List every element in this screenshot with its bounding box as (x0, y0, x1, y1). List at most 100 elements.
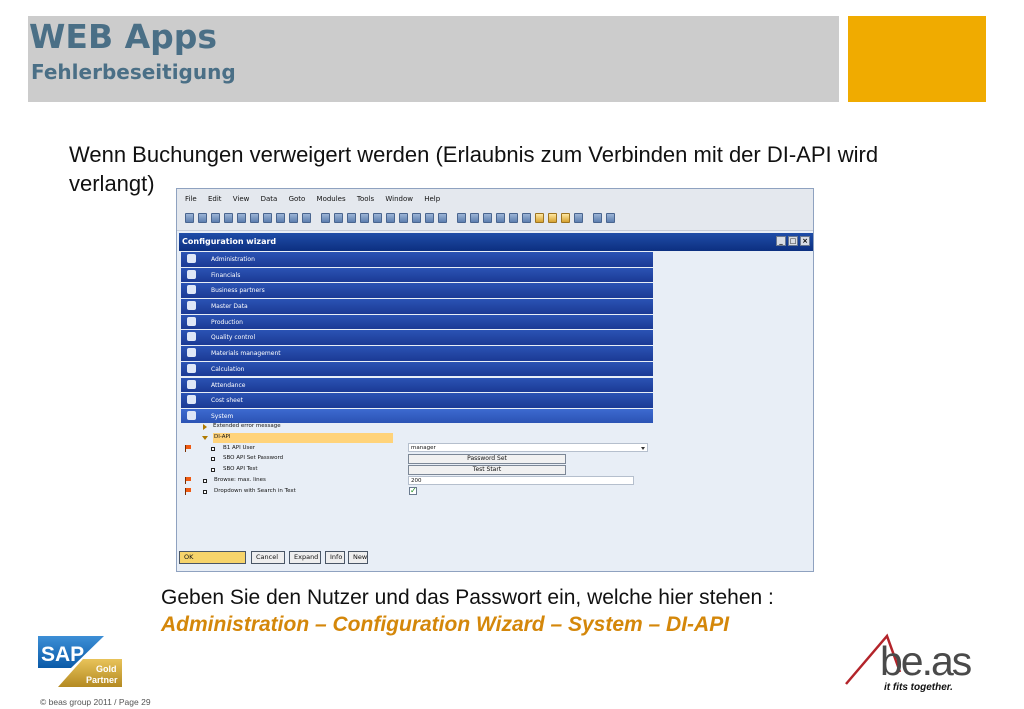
toolbar-icon[interactable] (535, 213, 544, 223)
toolbar-icon[interactable] (276, 213, 285, 223)
menu-view[interactable]: View (233, 195, 250, 203)
close-button[interactable]: × (800, 236, 810, 246)
module-financials[interactable]: Financials (181, 267, 653, 283)
gold-text: Gold (96, 664, 117, 674)
sap-gold-partner-logo: SAP Gold Partner (38, 636, 122, 687)
module-attendance[interactable]: Attendance (181, 377, 653, 392)
toolbar-icon[interactable] (561, 213, 570, 223)
module-cost-sheet[interactable]: Cost sheet (181, 393, 653, 408)
menu-file[interactable]: File (185, 195, 197, 203)
dropdown-value: manager (411, 445, 436, 451)
toolbar-icon[interactable] (373, 213, 382, 223)
cost-sheet-icon (187, 395, 196, 405)
tree-label: Browse: max. lines (214, 477, 266, 483)
toolbar-icon[interactable] (399, 213, 408, 223)
toolbar-icon[interactable] (496, 213, 505, 223)
menu-modules[interactable]: Modules (317, 195, 346, 203)
toolbar-icon[interactable] (321, 213, 330, 223)
sap-text: SAP (41, 643, 84, 666)
collapse-arrow-icon[interactable] (202, 436, 208, 440)
beas-slogan: it fits together. (884, 682, 953, 693)
production-icon (187, 316, 196, 326)
toolbar-icon[interactable] (211, 213, 220, 223)
toolbar-icon[interactable] (412, 213, 421, 223)
module-master-data[interactable]: Master Data (181, 299, 653, 314)
menu-help[interactable]: Help (424, 195, 440, 203)
info-button[interactable]: Info (325, 551, 345, 564)
node-icon (211, 468, 215, 472)
menu-bar: File Edit View Data Goto Modules Tools W… (177, 189, 813, 209)
toolbar-icon[interactable] (438, 213, 447, 223)
toolbar-icon[interactable] (606, 213, 615, 223)
toolbar-icon[interactable] (360, 213, 369, 223)
max-lines-input[interactable]: 200 (408, 476, 634, 485)
new-button[interactable]: New (348, 551, 368, 564)
master-data-icon (187, 301, 196, 311)
toolbar-icon[interactable] (185, 213, 194, 223)
module-label: Administration (211, 256, 255, 263)
menu-data[interactable]: Data (261, 195, 278, 203)
toolbar-icon[interactable] (250, 213, 259, 223)
module-calculation[interactable]: Calculation (181, 361, 653, 377)
tree-row-extended-error[interactable]: Extended error message (181, 422, 801, 432)
copyright: © beas group 2011 / Page 29 (40, 697, 151, 707)
expand-arrow-icon[interactable] (203, 424, 207, 430)
toolbar-icon[interactable] (347, 213, 356, 223)
toolbar-icon[interactable] (457, 213, 466, 223)
password-set-button[interactable]: Password Set (408, 454, 566, 464)
flag-icon (185, 477, 191, 484)
toolbar-icon[interactable] (237, 213, 246, 223)
toolbar-icon[interactable] (522, 213, 531, 223)
b1-api-user-dropdown[interactable]: manager (408, 443, 648, 452)
toolbar-icon[interactable] (334, 213, 343, 223)
maximize-button[interactable]: □ (788, 236, 798, 246)
tree-row-dropdown-search[interactable]: Dropdown with Search in Text (181, 487, 801, 497)
module-label: Cost sheet (211, 397, 243, 405)
toolbar-icon[interactable] (224, 213, 233, 223)
node-icon (211, 447, 215, 451)
module-quality-control[interactable]: Quality control (181, 330, 653, 345)
tree-row-di-api[interactable]: DI-API (181, 433, 801, 443)
module-materials-management[interactable]: Materials management (181, 346, 653, 361)
menu-edit[interactable]: Edit (208, 195, 222, 203)
cancel-button[interactable]: Cancel (251, 551, 285, 564)
module-label: System (211, 412, 234, 420)
tree-label: B1 API User (223, 445, 256, 451)
flag-icon (185, 445, 191, 452)
administration-icon (187, 254, 196, 263)
toolbar-icon[interactable] (263, 213, 272, 223)
wizard-title: Configuration wizard (182, 237, 277, 246)
toolbar-icon[interactable] (302, 213, 311, 223)
test-start-button[interactable]: Test Start (408, 465, 566, 475)
menu-window[interactable]: Window (385, 195, 413, 203)
toolbar-icon[interactable] (593, 213, 602, 223)
toolbar-icon[interactable] (289, 213, 298, 223)
quality-control-icon (187, 332, 196, 342)
module-label: Business partners (211, 287, 265, 295)
module-business-partners[interactable]: Business partners (181, 283, 653, 298)
toolbar-icon[interactable] (198, 213, 207, 223)
toolbar-icon[interactable] (470, 213, 479, 223)
menu-tools[interactable]: Tools (357, 195, 374, 203)
beas-logo: be.as (880, 638, 972, 684)
module-administration[interactable]: Administration (181, 252, 653, 267)
module-production[interactable]: Production (181, 314, 653, 330)
module-label: Calculation (211, 365, 245, 373)
toolbar-icon[interactable] (509, 213, 518, 223)
instruction-path: Administration – Configuration Wizard – … (161, 613, 730, 636)
toolbar-icon[interactable] (386, 213, 395, 223)
toolbar-icon[interactable] (548, 213, 557, 223)
toolbar-icon[interactable] (574, 213, 583, 223)
module-label: Materials management (211, 350, 281, 358)
toolbar-icon[interactable] (425, 213, 434, 223)
tree-label: Extended error message (213, 423, 281, 429)
materials-management-icon (187, 348, 196, 358)
system-icon (187, 410, 196, 420)
menu-goto[interactable]: Goto (289, 195, 306, 203)
dropdown-search-checkbox[interactable]: ✓ (409, 487, 417, 495)
chevron-down-icon[interactable] (641, 447, 645, 450)
expand-button[interactable]: Expand (289, 551, 321, 564)
toolbar-icon[interactable] (483, 213, 492, 223)
minimize-button[interactable]: _ (776, 236, 786, 246)
ok-button[interactable]: OK (179, 551, 246, 564)
